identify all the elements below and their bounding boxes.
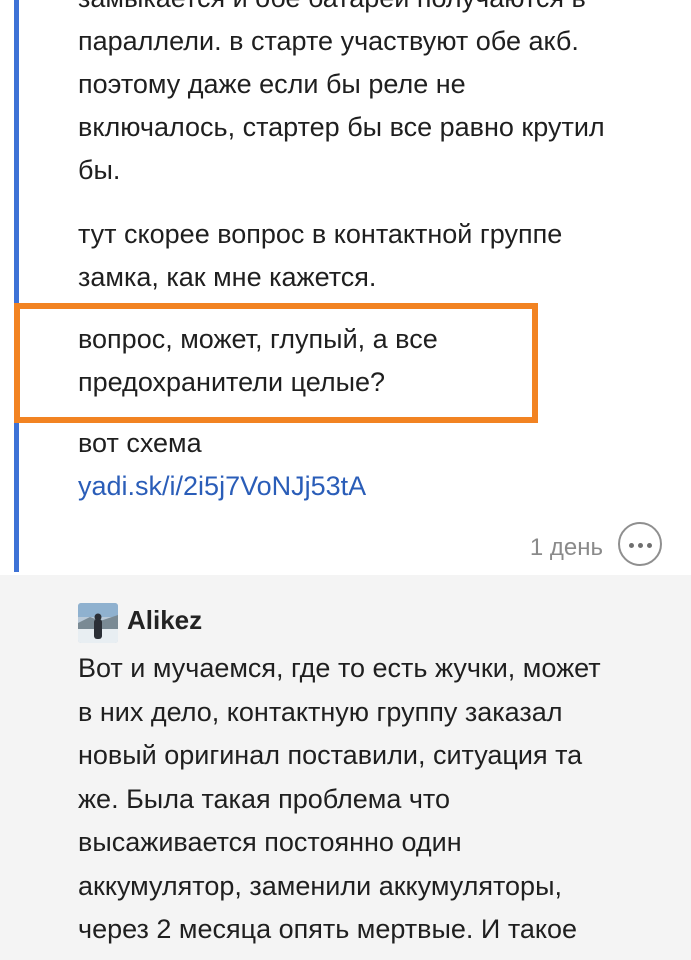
more-horizontal-icon[interactable]	[618, 522, 662, 566]
reply-paragraph-highlighted: вопрос, может, глупый, а все предохранит…	[78, 318, 438, 404]
text-line: замка, как мне кажется.	[78, 262, 377, 292]
text-line: через 2 месяца опять мертвые. И такое	[78, 914, 578, 944]
text-line: Вот и мучаемся, где то есть жучки, может	[78, 653, 601, 683]
author-name[interactable]: Alikez	[127, 605, 202, 636]
reply-paragraph-2: тут скорее вопрос в контактной группе за…	[78, 213, 562, 299]
text-line: бы.	[78, 155, 121, 185]
reply-meta: 1 день	[0, 520, 691, 574]
reply-paragraph-1: замыкается и обе батареи получаются в па…	[78, 0, 605, 192]
text-line: в них дело, контактную группу заказал	[78, 696, 563, 727]
text-line: вопрос, может, глупый, а все	[78, 324, 438, 354]
timestamp: 1 день	[529, 534, 603, 561]
text-line: предохранители целые?	[78, 367, 386, 397]
text-line: тут скорее вопрос в контактной группе	[78, 219, 563, 249]
scheme-label: вот схема	[78, 428, 202, 458]
reply-comment: замыкается и обе батареи получаются в па…	[0, 0, 691, 575]
text-line: поэтому даже если бы реле не	[78, 69, 466, 99]
thread-indicator	[14, 0, 19, 572]
text-line: замыкается и обе батареи получаются в	[78, 0, 586, 13]
reply-paragraph-scheme: вот схема yadi.sk/i/2i5j7VoNJj53tA	[78, 422, 366, 508]
comment-card: Alikez Вот и мучаемся, где то есть жучки…	[0, 575, 691, 960]
scheme-link[interactable]: yadi.sk/i/2i5j7VoNJj53tA	[78, 471, 366, 501]
text-line: новый оригинал поставили, ситуация та	[78, 740, 583, 770]
avatar[interactable]	[78, 603, 118, 643]
comment-body: Вот и мучаемся, где то есть жучки, может…	[78, 647, 601, 952]
text-line: включалось, стартер бы все равно крутил	[78, 112, 605, 142]
text-line: аккумулятор, заменили аккумуляторы,	[78, 870, 562, 901]
text-line: параллели. в старте участвуют обе акб.	[78, 26, 579, 56]
text-line: же. Была такая проблема что	[78, 783, 451, 814]
text-line: высаживается постоянно один	[78, 827, 462, 857]
